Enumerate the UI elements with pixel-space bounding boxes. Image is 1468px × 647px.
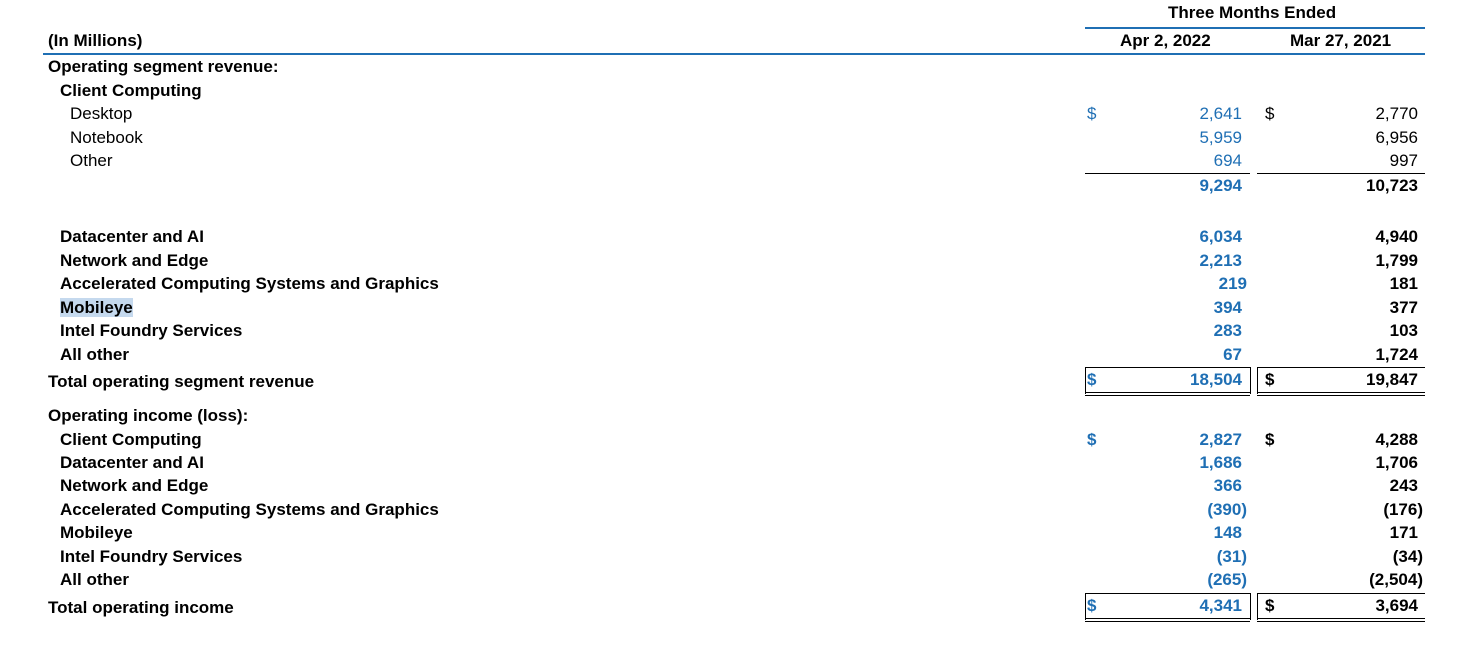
row-label: Notebook <box>70 128 143 147</box>
subtotal-rule <box>1257 173 1425 174</box>
value-col1: 2,641 <box>1199 104 1242 123</box>
value-col1: 366 <box>1213 476 1242 495</box>
currency-symbol: $ <box>1087 430 1097 449</box>
value-col2: (176) <box>1383 500 1423 519</box>
value-col1: 2,213 <box>1199 251 1242 270</box>
units-label: (In Millions) <box>48 31 143 50</box>
total-rule <box>1257 593 1425 594</box>
total-revenue-label: Total operating segment revenue <box>48 372 315 391</box>
currency-symbol: $ <box>1087 596 1097 615</box>
value-col1: 1,686 <box>1199 453 1242 472</box>
row-label: Intel Foundry Services <box>60 321 243 340</box>
currency-symbol: $ <box>1087 370 1097 389</box>
column-header-rule <box>43 53 1425 55</box>
value-col1: 694 <box>1213 151 1242 170</box>
client-computing-title: Client Computing <box>60 81 202 100</box>
value-col1: (31) <box>1216 547 1247 566</box>
client-subtotal-col1: 9,294 <box>1199 176 1242 195</box>
row-label: Accelerated Computing Systems and Graphi… <box>60 500 439 519</box>
double-underline <box>1085 618 1250 622</box>
col2-header: Mar 27, 2021 <box>1290 31 1392 50</box>
currency-symbol: $ <box>1265 596 1275 615</box>
value-col2: 997 <box>1389 151 1418 170</box>
value-col2: 4,940 <box>1375 227 1418 246</box>
column-divider <box>1085 367 1086 394</box>
value-col2: 103 <box>1389 321 1418 340</box>
row-label: Network and Edge <box>60 251 209 270</box>
total-income-col1: 4,341 <box>1199 596 1242 615</box>
total-rule <box>1085 593 1250 594</box>
header-rule <box>1085 27 1425 29</box>
row-label: Network and Edge <box>60 476 209 495</box>
total-income-label: Total operating income <box>48 598 234 617</box>
row-label: Client Computing <box>60 430 202 449</box>
row-label: Other <box>70 151 113 170</box>
value-col1: 283 <box>1213 321 1242 340</box>
double-underline <box>1257 618 1425 622</box>
total-rule <box>1257 367 1425 368</box>
row-label: Datacenter and AI <box>60 227 204 246</box>
value-col2: (34) <box>1392 547 1423 566</box>
value-col1: 394 <box>1213 298 1242 317</box>
period-header: Three Months Ended <box>1168 3 1337 22</box>
double-underline <box>1085 392 1250 396</box>
total-revenue-col2: 19,847 <box>1366 370 1418 389</box>
value-col1: 148 <box>1213 523 1242 542</box>
currency-symbol: $ <box>1265 104 1275 123</box>
row-label: All other <box>60 345 129 364</box>
col1-header: Apr 2, 2022 <box>1120 31 1211 50</box>
value-col2: 1,724 <box>1375 345 1418 364</box>
currency-symbol: $ <box>1265 430 1275 449</box>
income-section-title: Operating income (loss): <box>48 406 249 425</box>
value-col1: (265) <box>1207 570 1247 589</box>
row-label: Datacenter and AI <box>60 453 204 472</box>
value-col2: 1,799 <box>1375 251 1418 270</box>
value-col2: 1,706 <box>1375 453 1418 472</box>
value-col2: 377 <box>1389 298 1418 317</box>
value-col1: 67 <box>1223 345 1242 364</box>
revenue-section-title: Operating segment revenue: <box>48 57 279 76</box>
column-divider <box>1250 593 1251 620</box>
total-income-col2: 3,694 <box>1375 596 1418 615</box>
client-subtotal-col2: 10,723 <box>1366 176 1418 195</box>
column-divider <box>1250 367 1251 394</box>
column-divider <box>1257 367 1258 394</box>
row-label: Mobileye <box>60 523 133 542</box>
row-label: All other <box>60 570 129 589</box>
row-label: Intel Foundry Services <box>60 547 243 566</box>
currency-symbol: $ <box>1265 370 1275 389</box>
value-col2: 4,288 <box>1375 430 1418 449</box>
value-col1: 6,034 <box>1199 227 1242 246</box>
value-col2: 243 <box>1389 476 1418 495</box>
value-col2: 2,770 <box>1375 104 1418 123</box>
value-col2: 171 <box>1389 523 1418 542</box>
double-underline <box>1257 392 1425 396</box>
row-label: Mobileye <box>60 298 133 318</box>
value-col2: (2,504) <box>1369 570 1423 589</box>
row-label: Accelerated Computing Systems and Graphi… <box>60 274 439 293</box>
column-divider <box>1085 593 1086 620</box>
row-label: Desktop <box>70 104 133 123</box>
value-col1: 2,827 <box>1199 430 1242 449</box>
column-divider <box>1257 593 1258 620</box>
value-col2: 6,956 <box>1375 128 1418 147</box>
currency-symbol: $ <box>1087 104 1097 123</box>
value-col2: 181 <box>1389 274 1418 293</box>
selected-text-highlight[interactable]: Mobileye <box>60 298 133 317</box>
total-revenue-col1: 18,504 <box>1190 370 1242 389</box>
total-rule <box>1085 367 1250 368</box>
value-col1: 219 <box>1218 274 1247 293</box>
value-col1: (390) <box>1207 500 1247 519</box>
value-col1: 5,959 <box>1199 128 1242 147</box>
subtotal-rule <box>1085 173 1250 174</box>
